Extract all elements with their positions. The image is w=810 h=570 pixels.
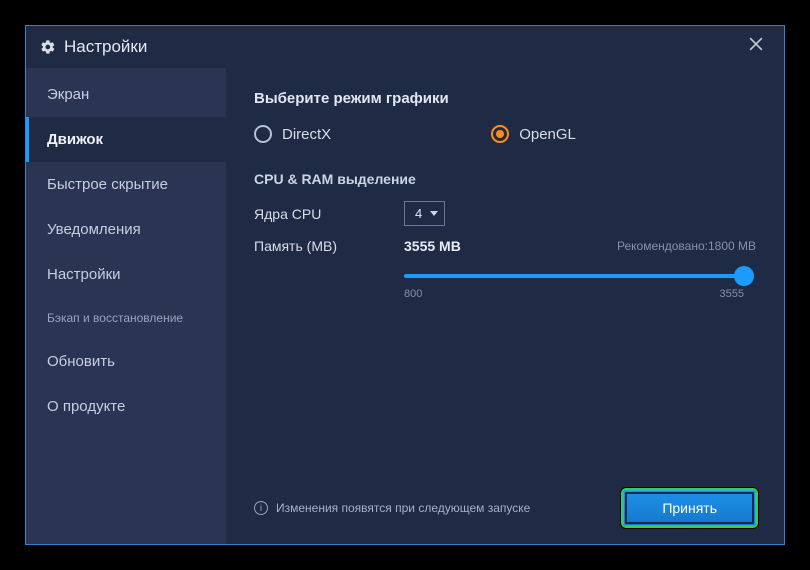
cpu-row: Ядра CPU 4 — [254, 201, 756, 226]
sidebar-item-backup[interactable]: Бэкап и восстановление — [26, 297, 226, 339]
radio-label: DirectX — [282, 126, 331, 143]
sidebar-item-notifications[interactable]: Уведомления — [26, 207, 226, 252]
info-icon: i — [254, 501, 268, 515]
slider-thumb[interactable] — [734, 266, 754, 286]
memory-slider-wrap: 800 3555 — [404, 274, 756, 300]
memory-row: Память (MB) 3555 MB Рекомендовано:1800 M… — [254, 238, 756, 254]
settings-window: Настройки Экран Движок Быстрое скрытие У… — [25, 25, 785, 545]
sidebar: Экран Движок Быстрое скрытие Уведомления… — [26, 68, 226, 544]
gear-icon — [40, 39, 56, 55]
title-left: Настройки — [40, 37, 147, 57]
sidebar-item-update[interactable]: Обновить — [26, 339, 226, 384]
radio-label: OpenGL — [519, 126, 576, 143]
content-pane: Выберите режим графики DirectX OpenGL CP… — [226, 68, 784, 544]
sidebar-item-engine[interactable]: Движок — [26, 117, 226, 162]
radio-circle-icon — [254, 125, 272, 143]
body: Экран Движок Быстрое скрытие Уведомления… — [26, 68, 784, 544]
cpu-cores-select[interactable]: 4 — [404, 201, 445, 226]
radio-circle-icon — [491, 125, 509, 143]
sidebar-item-settings[interactable]: Настройки — [26, 252, 226, 297]
accept-button[interactable]: Принять — [623, 490, 756, 526]
slider-min-label: 800 — [404, 288, 422, 300]
sidebar-item-quickhide[interactable]: Быстрое скрытие — [26, 162, 226, 207]
graphics-radio-group: DirectX OpenGL — [254, 125, 756, 143]
sidebar-item-screen[interactable]: Экран — [26, 72, 226, 117]
close-icon[interactable] — [742, 34, 770, 60]
memory-slider[interactable] — [404, 274, 744, 278]
slider-labels: 800 3555 — [404, 288, 744, 300]
radio-opengl[interactable]: OpenGL — [491, 125, 576, 143]
titlebar: Настройки — [26, 26, 784, 68]
radio-directx[interactable]: DirectX — [254, 125, 331, 143]
restart-notice: Изменения появятся при следующем запуске — [276, 501, 530, 515]
cpu-ram-title: CPU & RAM выделение — [254, 171, 756, 187]
memory-recommended: Рекомендовано:1800 MB — [617, 239, 756, 253]
memory-value: 3555 MB — [404, 238, 461, 254]
window-title: Настройки — [64, 37, 147, 57]
graphics-mode-title: Выберите режим графики — [254, 90, 756, 107]
footer: i Изменения появятся при следующем запус… — [254, 476, 756, 526]
cpu-label: Ядра CPU — [254, 206, 404, 222]
slider-max-label: 3555 — [720, 288, 744, 300]
sidebar-item-about[interactable]: О продукте — [26, 384, 226, 429]
memory-label: Память (MB) — [254, 238, 404, 254]
